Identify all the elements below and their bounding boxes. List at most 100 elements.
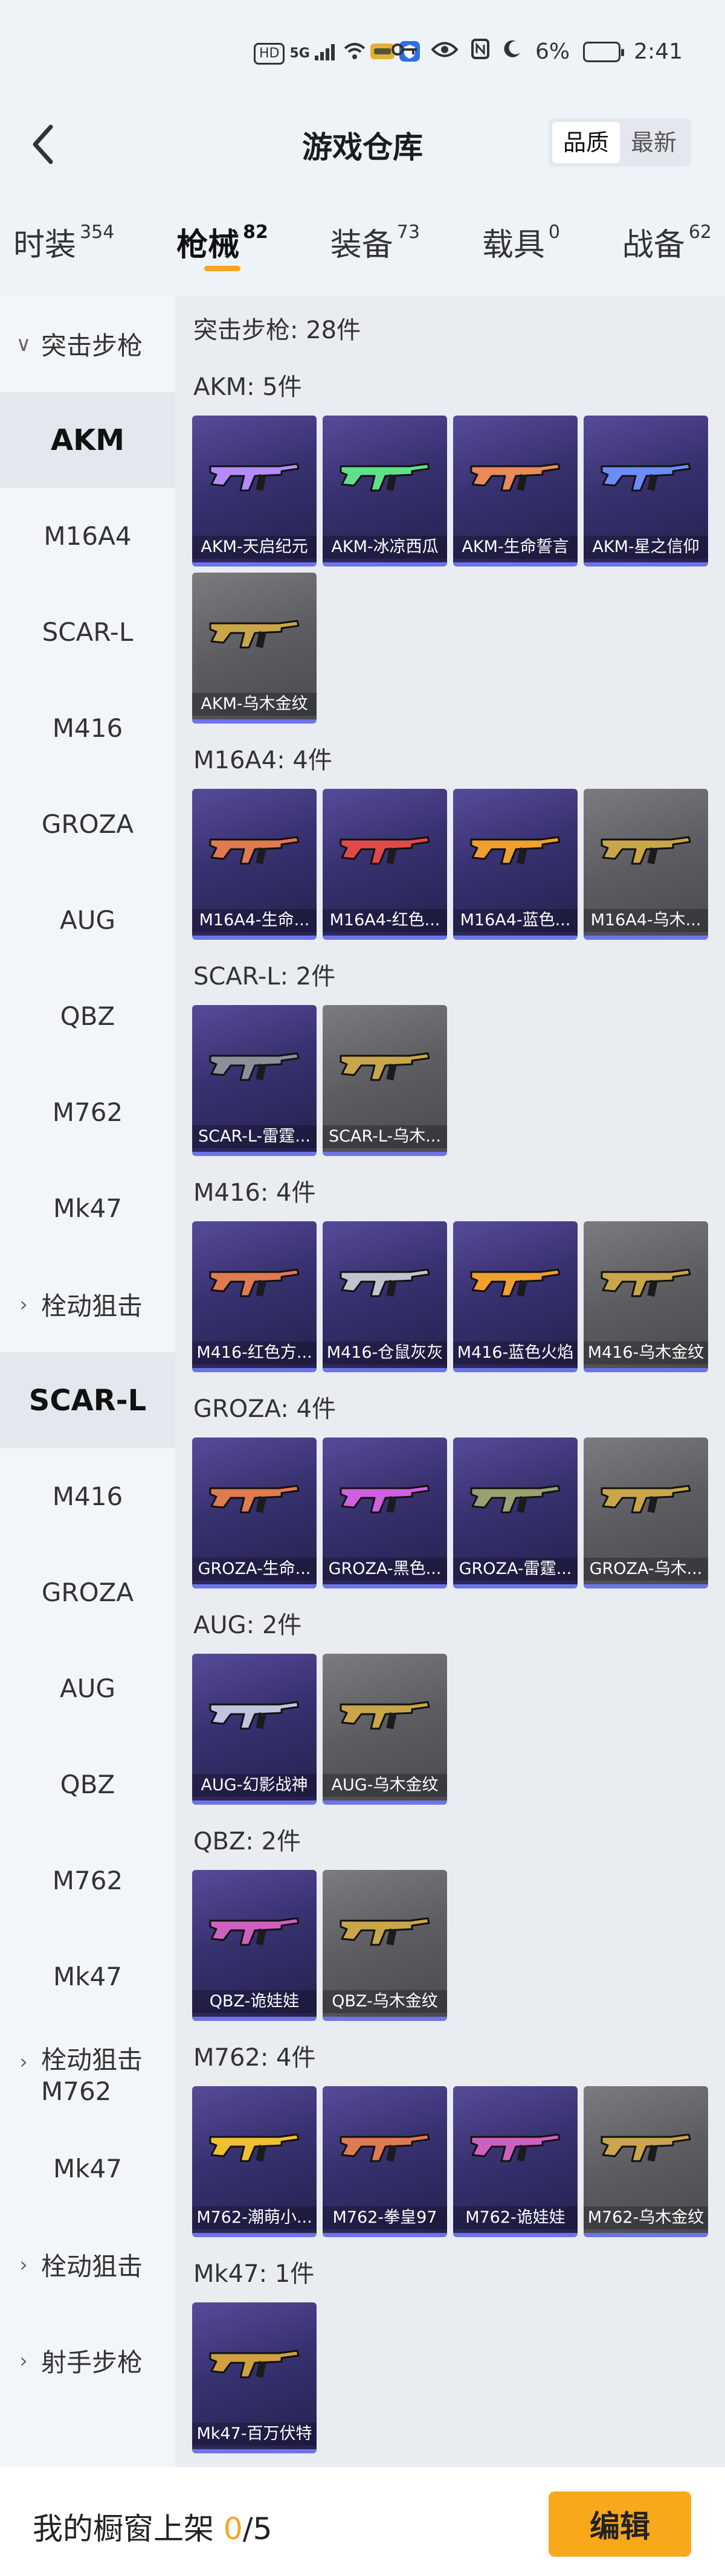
sidebar-item-scar-l[interactable]: SCAR-L <box>0 1352 175 1448</box>
rifle-icon <box>340 2133 430 2162</box>
weapon-skin-card[interactable]: AUG-乌木金纹 <box>323 1654 447 1805</box>
weapon-skin-card[interactable]: M416-乌木金纹 <box>584 1221 708 1372</box>
showcase-status: 我的橱窗上架 0/5 <box>33 2505 272 2548</box>
weapon-skin-card[interactable]: GROZA-乌木... <box>584 1437 708 1588</box>
sidebar-item-qbz[interactable]: QBZ <box>0 1736 175 1832</box>
showcase-total: /5 <box>242 2511 272 2546</box>
weapon-skin-card[interactable]: SCAR-L-乌木... <box>323 1005 447 1156</box>
rifle-icon <box>209 2350 300 2378</box>
sidebar-item-qbz[interactable]: QBZ <box>0 968 175 1064</box>
sidebar-item-m416[interactable]: M416 <box>0 1448 175 1544</box>
sidebar-item-mk47[interactable]: Mk47 <box>0 2121 175 2217</box>
rifle-icon <box>209 1917 300 1946</box>
sidebar-item-groza[interactable]: GROZA <box>0 776 175 872</box>
rifle-icon <box>470 1268 561 1297</box>
sidebar-group[interactable]: ∨ 突击步枪 <box>0 296 175 392</box>
category-tabs: 时装 354 枪械 82 装备 73 载具 0 战备 62 <box>0 208 725 281</box>
weapon-skin-card[interactable]: M16A4-蓝色... <box>453 789 578 940</box>
weapon-skin-card[interactable]: QBZ-诡娃娃 <box>192 1870 317 2021</box>
tab-battle-gear[interactable]: 战备 62 <box>622 208 712 269</box>
rifle-icon <box>470 2133 561 2162</box>
sort-toggle: 品质 最新 <box>548 118 691 167</box>
sidebar-item-label: GROZA <box>41 1578 134 1607</box>
sidebar-item-m416[interactable]: M416 <box>0 680 175 776</box>
weapon-skin-card[interactable]: GROZA-黑色... <box>323 1437 447 1588</box>
sidebar-item-mk47[interactable]: Mk47 <box>0 1929 175 2025</box>
chevron-down-icon: ∨ <box>16 332 31 356</box>
weapon-skin-name: GROZA-乌木... <box>584 1558 708 1581</box>
edit-button[interactable]: 编辑 <box>549 2491 691 2557</box>
tab-outfits[interactable]: 时装 354 <box>13 208 114 269</box>
sort-by-quality-button[interactable]: 品质 <box>552 122 620 163</box>
sidebar-item-label: M762 <box>52 1097 123 1127</box>
weapon-skin-card[interactable]: M762-拳皇97 <box>323 2086 447 2237</box>
rifle-icon <box>470 463 561 492</box>
tab-firearms[interactable]: 枪械 82 <box>176 208 268 271</box>
weapon-skin-card[interactable]: M416-红色方... <box>192 1221 317 1372</box>
tab-label: 时装 <box>13 227 77 263</box>
sidebar-item-scar-l[interactable]: SCAR-L <box>0 584 175 680</box>
status-bar: HD 5G 6% 2:41 <box>0 0 725 109</box>
rifle-icon <box>209 1485 300 1514</box>
sidebar-group[interactable]: › 栓动狙击 M762 <box>0 2025 175 2121</box>
weapon-skin-card[interactable]: GROZA-生命... <box>192 1437 317 1588</box>
sidebar-item-groza[interactable]: GROZA <box>0 1544 175 1640</box>
section-heading: 突击步枪: 28件 <box>193 316 361 344</box>
weapon-skin-card[interactable]: M762-乌木金纹 <box>584 2086 708 2237</box>
sidebar-item-label: AKM <box>50 423 125 457</box>
rifle-icon <box>209 2133 300 2162</box>
tab-vehicles[interactable]: 载具 0 <box>482 208 560 269</box>
weapon-skin-card[interactable]: AKM-乌木金纹 <box>192 573 317 724</box>
sidebar-item-akm[interactable]: AKM <box>0 392 175 488</box>
weapon-skin-name: M416-乌木金纹 <box>584 1341 708 1364</box>
weapon-grid: SCAR-L-雷霆... SCAR-L-乌木... <box>192 1005 718 1156</box>
sidebar-item-m762[interactable]: M762 <box>0 1832 175 1929</box>
weapon-skin-card[interactable]: AKM-生命誓言 <box>453 416 578 567</box>
weapon-skin-name: AKM-生命誓言 <box>453 536 578 559</box>
weapon-grid-panel: 突击步枪: 28件 AKM: 5件 AKM-天启纪元 AKM-冰凉西瓜 AKM-生命誓… <box>175 296 725 2470</box>
sidebar-group[interactable]: › 射手步枪 <box>0 2313 175 2409</box>
sidebar-item-label: M416 <box>52 713 123 743</box>
sidebar-item-label: Mk47 <box>53 1193 122 1223</box>
app-notification-icon <box>370 42 395 65</box>
weapon-skin-card[interactable]: Mk47-百万伏特 <box>192 2302 317 2453</box>
weapon-skin-card[interactable]: M762-潮萌小... <box>192 2086 317 2237</box>
sidebar-item-m762[interactable]: M762 <box>0 1064 175 1160</box>
weapon-skin-card[interactable]: M762-诡娃娃 <box>453 2086 578 2237</box>
sidebar-item-aug[interactable]: AUG <box>0 872 175 968</box>
rifle-icon <box>601 1268 691 1297</box>
weapon-skin-card[interactable]: AKM-天启纪元 <box>192 416 317 567</box>
sidebar-group[interactable]: › 栓动狙击 <box>0 2217 175 2313</box>
weapon-skin-card[interactable]: M16A4-乌木... <box>584 789 708 940</box>
weapon-skin-card[interactable]: M416-蓝色火焰 <box>453 1221 578 1372</box>
wifi-icon <box>344 42 366 65</box>
sidebar-item-label: Mk47 <box>53 1962 122 1991</box>
weapon-skin-name: GROZA-黑色... <box>323 1558 447 1581</box>
weapon-skin-card[interactable]: AKM-星之信仰 <box>584 416 708 567</box>
sort-by-newest-button[interactable]: 最新 <box>620 122 688 163</box>
weapon-skin-card[interactable]: M16A4-生命... <box>192 789 317 940</box>
sidebar-group[interactable]: › 栓动狙击 <box>0 1256 175 1352</box>
rifle-icon <box>209 1701 300 1730</box>
sidebar-item-aug[interactable]: AUG <box>0 1640 175 1736</box>
rifle-icon <box>601 463 691 492</box>
weapon-skin-card[interactable]: GROZA-雷霆... <box>453 1437 578 1588</box>
sidebar-item-m16a4[interactable]: M16A4 <box>0 488 175 584</box>
rifle-icon <box>340 1701 430 1730</box>
weapon-skin-card[interactable]: QBZ-乌木金纹 <box>323 1870 447 2021</box>
weapon-skin-card[interactable]: SCAR-L-雷霆... <box>192 1005 317 1156</box>
rifle-icon <box>601 836 691 865</box>
tab-count: 354 <box>80 222 115 243</box>
rifle-icon <box>601 1485 691 1514</box>
weapon-skin-card[interactable]: M416-仓鼠灰灰 <box>323 1221 447 1372</box>
tab-equipment[interactable]: 装备 73 <box>330 208 420 269</box>
weapon-type-sidebar: ∨ 突击步枪 AKM M16A4 SCAR-L M416 GROZA AUG QBZ M762 Mk… <box>0 296 175 2470</box>
sidebar-item-mk47[interactable]: Mk47 <box>0 1160 175 1256</box>
weapon-skin-card[interactable]: AKM-冰凉西瓜 <box>323 416 447 567</box>
sidebar-group-label: 栓动狙击 <box>41 1291 143 1321</box>
battery-percent: 6% <box>535 39 570 64</box>
key-icon <box>392 39 418 64</box>
rifle-icon <box>340 1485 430 1514</box>
weapon-skin-card[interactable]: AUG-幻影战神 <box>192 1654 317 1805</box>
weapon-skin-card[interactable]: M16A4-红色... <box>323 789 447 940</box>
